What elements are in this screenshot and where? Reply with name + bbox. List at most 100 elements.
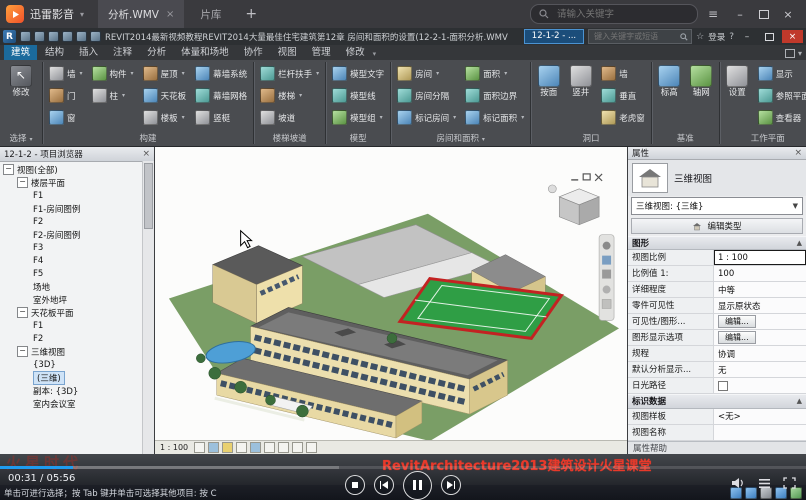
- panel-label-model[interactable]: 模型: [326, 133, 390, 146]
- tab-analyze[interactable]: 分析: [140, 45, 173, 60]
- infocenter-search-input[interactable]: [592, 31, 677, 42]
- stair-button[interactable]: 楼梯: [258, 85, 321, 106]
- volume-icon[interactable]: [731, 477, 746, 489]
- dormer-button[interactable]: 老虎窗: [599, 107, 647, 128]
- curtain-system-button[interactable]: 幕墙系统: [193, 63, 249, 84]
- tab-massing-site[interactable]: 体量和场地: [174, 45, 236, 60]
- column-button[interactable]: 柱: [90, 85, 136, 106]
- navigation-bar[interactable]: [599, 235, 614, 321]
- tab-view[interactable]: 视图: [271, 45, 304, 60]
- crop-view-icon[interactable]: [264, 442, 275, 453]
- tree-item[interactable]: F3: [0, 241, 143, 254]
- previous-button[interactable]: [374, 475, 394, 495]
- minimize-button[interactable]: –: [728, 4, 752, 24]
- tree-item[interactable]: 场地: [0, 280, 143, 293]
- drawing-area[interactable]: 1 : 100: [155, 147, 627, 454]
- help-icon[interactable]: ?: [729, 32, 734, 42]
- quick-access-toolbar[interactable]: [20, 31, 101, 42]
- properties-header[interactable]: 属性 ×: [628, 147, 806, 160]
- window-button[interactable]: 窗: [47, 107, 85, 128]
- tree-item[interactable]: F1: [0, 189, 143, 202]
- area-boundary-button[interactable]: 面积边界: [463, 85, 526, 106]
- sign-in-link[interactable]: 登录: [708, 31, 725, 43]
- tab-close-icon[interactable]: ×: [166, 9, 174, 20]
- infocenter-search[interactable]: [588, 29, 692, 44]
- view-cube[interactable]: [548, 185, 599, 225]
- browser-scrollbar[interactable]: [142, 161, 154, 454]
- show-workplane-button[interactable]: 显示: [756, 63, 806, 84]
- tab-architecture[interactable]: 建筑: [4, 45, 37, 60]
- ref-plane-button[interactable]: 参照平面: [756, 85, 806, 106]
- wall-button[interactable]: 墙: [47, 63, 85, 84]
- tree-item[interactable]: F5: [0, 267, 143, 280]
- ramp-button[interactable]: 坡道: [258, 107, 321, 128]
- tree-item-selected[interactable]: (三维): [0, 371, 143, 384]
- viewer-button[interactable]: 查看器: [756, 107, 806, 128]
- player-progress-bar[interactable]: [0, 466, 806, 469]
- collapse-icon[interactable]: −: [3, 164, 14, 175]
- next-button[interactable]: [441, 475, 461, 495]
- player-tab-library[interactable]: 片库: [190, 0, 231, 28]
- tree-item[interactable]: F2-房间图例: [0, 228, 143, 241]
- edit-button[interactable]: 编辑...: [718, 331, 756, 344]
- section-graphics[interactable]: 图形▲: [628, 236, 806, 250]
- floor-button[interactable]: 楼板: [141, 107, 189, 128]
- tree-item[interactable]: F4: [0, 254, 143, 267]
- revit-logo[interactable]: R: [3, 30, 16, 43]
- tree-item[interactable]: −视图(全部): [0, 163, 143, 176]
- collapse-icon[interactable]: −: [17, 346, 28, 357]
- player-menu-caret-icon[interactable]: ▾: [80, 10, 84, 19]
- project-browser-header[interactable]: 12-1-2 - 项目浏览器 ×: [0, 147, 154, 162]
- tree-item[interactable]: −楼层平面: [0, 176, 143, 189]
- modify-button[interactable]: ↖ 修改: [4, 63, 38, 98]
- main-menu-icon[interactable]: ≡: [704, 7, 722, 21]
- panel-close-icon[interactable]: ×: [142, 149, 150, 159]
- section-identity-data[interactable]: 标识数据▲: [628, 394, 806, 408]
- wall-opening-button[interactable]: 墙: [599, 63, 647, 84]
- shaft-button[interactable]: 竖井: [567, 63, 594, 98]
- sun-path-icon[interactable]: [222, 442, 233, 453]
- model-group-button[interactable]: 模型组: [330, 107, 386, 128]
- player-tab-current[interactable]: 分析.WMV ×: [98, 0, 184, 28]
- scrollbar-thumb[interactable]: [144, 163, 153, 229]
- mullion-button[interactable]: 竖梃: [193, 107, 249, 128]
- detail-level-icon[interactable]: [194, 442, 205, 453]
- revit-close-button[interactable]: ×: [782, 30, 803, 43]
- tree-item[interactable]: F2: [0, 332, 143, 345]
- panel-close-icon[interactable]: ×: [794, 148, 802, 158]
- collapse-icon[interactable]: −: [17, 307, 28, 318]
- level-button[interactable]: 标高: [656, 63, 683, 98]
- room-separator-button[interactable]: 房间分隔: [395, 85, 458, 106]
- maximize-button[interactable]: [752, 4, 776, 24]
- model-3d-view[interactable]: [155, 147, 627, 441]
- room-button[interactable]: 房间: [395, 63, 458, 84]
- panel-label-select[interactable]: 选择: [0, 133, 42, 146]
- player-logo-text[interactable]: 迅雷影音: [30, 6, 74, 22]
- edit-type-button[interactable]: 编辑类型: [631, 218, 803, 234]
- shadows-icon[interactable]: [236, 442, 247, 453]
- tree-item[interactable]: F2: [0, 215, 143, 228]
- search-input[interactable]: [555, 8, 689, 21]
- tab-manage[interactable]: 管理: [305, 45, 338, 60]
- panel-label-circulation[interactable]: 楼梯坡道: [254, 133, 325, 146]
- model-line-button[interactable]: 模型线: [330, 85, 386, 106]
- area-button[interactable]: 面积: [463, 63, 526, 84]
- tab-structure[interactable]: 结构: [38, 45, 71, 60]
- revit-maximize-button[interactable]: [760, 30, 778, 43]
- tag-area-button[interactable]: 标记面积: [463, 107, 526, 128]
- tag-room-button[interactable]: 标记房间: [395, 107, 458, 128]
- roof-button[interactable]: 屋顶: [141, 63, 189, 84]
- visual-style-icon[interactable]: [208, 442, 219, 453]
- set-workplane-button[interactable]: 设置: [724, 63, 751, 98]
- favorites-star-icon[interactable]: ☆: [696, 32, 704, 42]
- tree-item[interactable]: F1: [0, 319, 143, 332]
- collapse-icon[interactable]: −: [17, 177, 28, 188]
- edit-button[interactable]: 编辑...: [718, 315, 756, 328]
- close-button[interactable]: ×: [776, 4, 800, 24]
- panel-label-build[interactable]: 构建: [43, 133, 253, 146]
- view-scale[interactable]: 1 : 100: [160, 443, 188, 452]
- tree-item[interactable]: −三维视图: [0, 345, 143, 358]
- curtain-grid-button[interactable]: 幕墙网格: [193, 85, 249, 106]
- properties-help-link[interactable]: 属性帮助: [628, 441, 806, 454]
- new-tab-button[interactable]: +: [237, 6, 265, 22]
